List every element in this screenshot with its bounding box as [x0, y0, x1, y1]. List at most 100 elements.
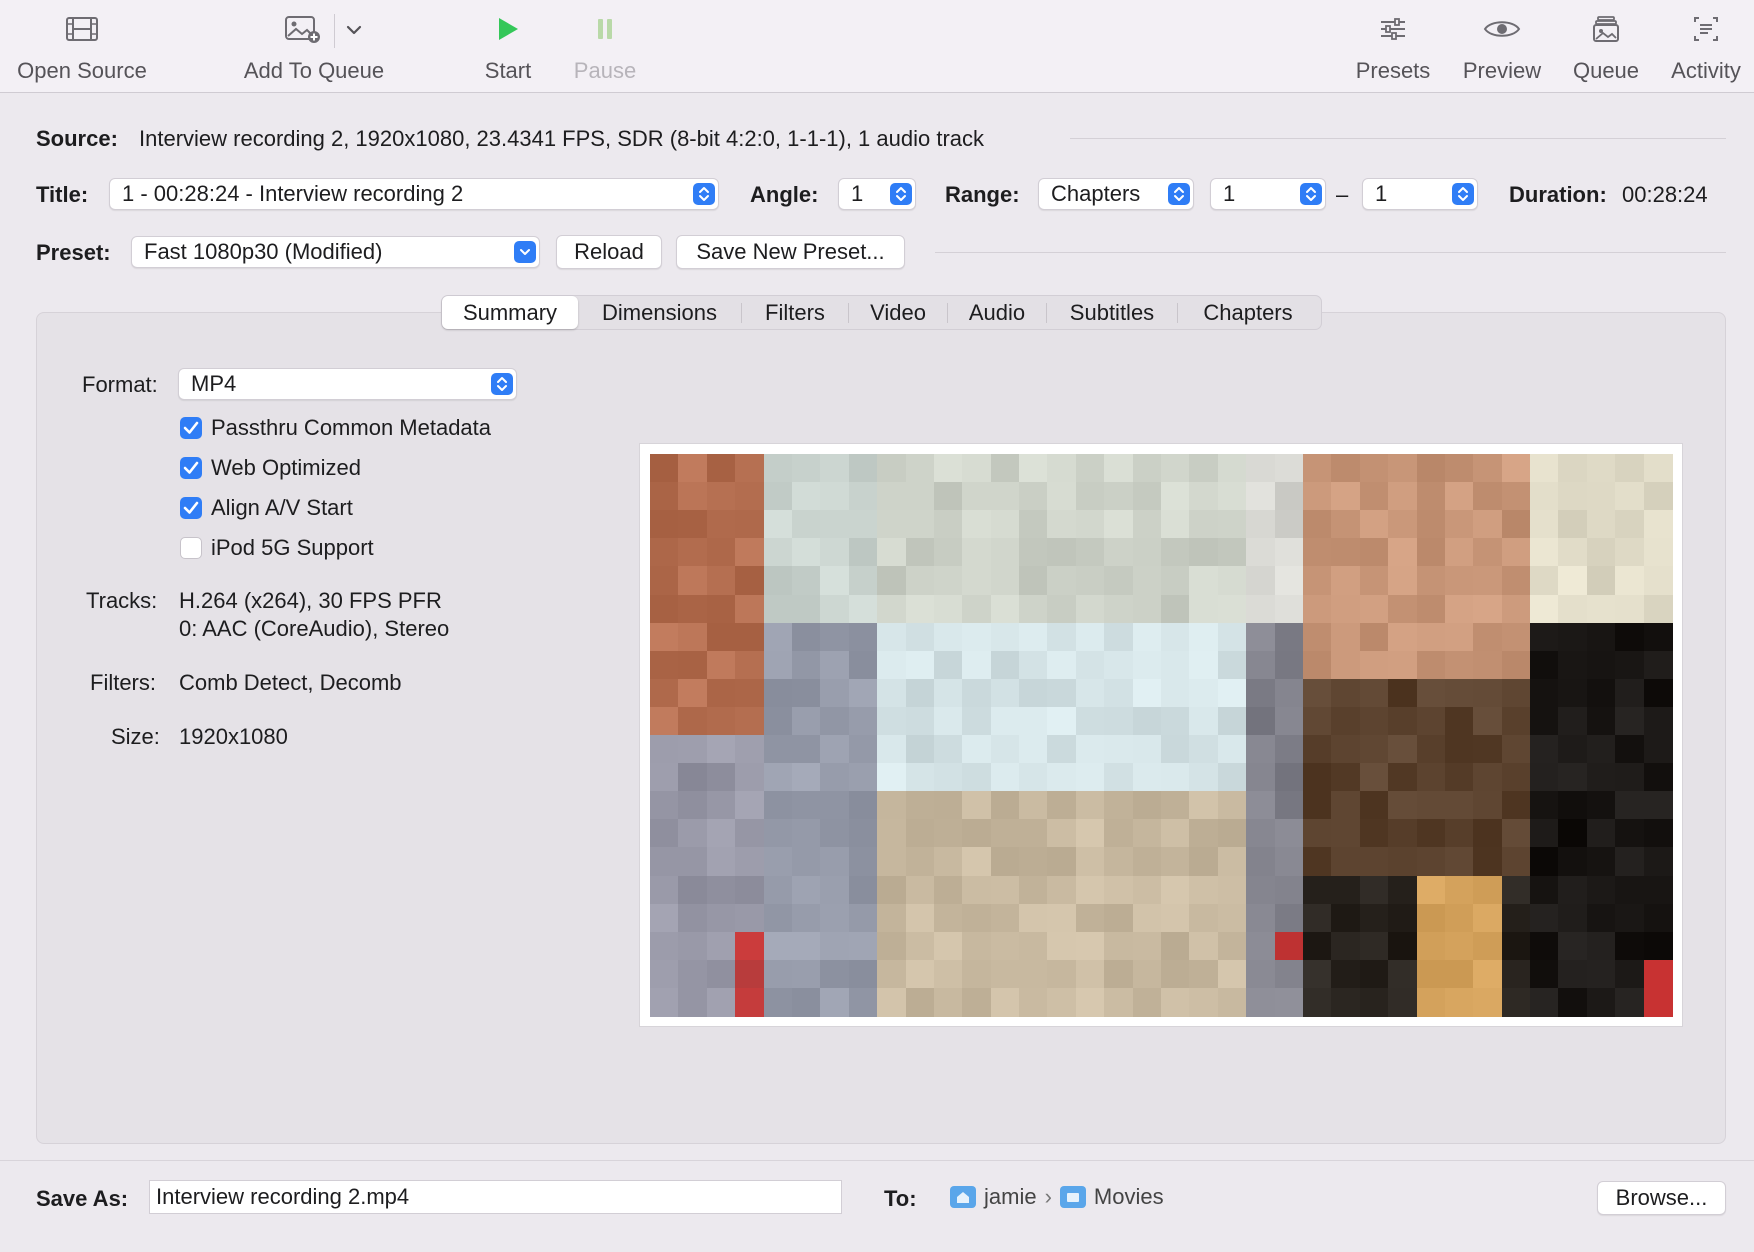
checkbox-checked[interactable] — [180, 417, 202, 439]
preview-pixel — [848, 538, 878, 568]
folder-icon — [1059, 1186, 1086, 1208]
range-end-popup[interactable]: 1 — [1362, 178, 1478, 210]
preview-pixel — [1274, 678, 1304, 708]
log-icon — [1694, 17, 1718, 41]
preview-pixel — [650, 791, 679, 821]
preview-pixel — [1132, 735, 1162, 764]
activity-button[interactable]: Activity — [1660, 0, 1752, 92]
preview-pixel — [1416, 538, 1446, 568]
pause-button[interactable]: Pause — [560, 0, 650, 92]
path-segment-movies[interactable]: Movies — [1094, 1184, 1164, 1210]
preview-pixel — [1615, 791, 1645, 821]
preview-pixel — [763, 650, 793, 680]
tracks-label: Tracks: — [86, 588, 158, 613]
preview-pixel — [1019, 510, 1049, 540]
preview-pixel — [1501, 847, 1531, 877]
save-new-preset-button[interactable]: Save New Preset... — [676, 235, 905, 269]
preview-pixel — [1615, 538, 1645, 568]
range-start-popup[interactable]: 1 — [1210, 178, 1326, 210]
checkbox-checked[interactable] — [180, 457, 202, 479]
checkbox-checked[interactable] — [180, 497, 202, 519]
preview-pixel — [848, 735, 878, 764]
tab-subtitles[interactable]: Subtitles — [1047, 296, 1177, 329]
preview-pixel — [933, 819, 963, 849]
add-to-queue-menu-button[interactable] — [340, 18, 368, 42]
preview-button[interactable]: Preview — [1454, 0, 1550, 92]
preview-pixel — [1501, 538, 1531, 568]
preview-pixel — [1161, 847, 1190, 877]
destination-path[interactable]: jamie › Movies — [950, 1182, 1164, 1212]
preview-pixel — [791, 678, 821, 708]
tab-audio[interactable]: Audio — [948, 296, 1046, 329]
preset-popup[interactable]: Fast 1080p30 (Modified) — [131, 236, 540, 268]
tab-dimensions[interactable]: Dimensions — [578, 296, 741, 329]
tab-filters[interactable]: Filters — [742, 296, 848, 329]
preview-pixel — [820, 819, 850, 849]
preview-pixel — [1047, 763, 1077, 793]
pause-label: Pause — [573, 58, 637, 83]
range-label: Range: — [945, 182, 1020, 207]
bottom-divider — [0, 1160, 1754, 1161]
preview-pixel — [735, 594, 765, 624]
preview-pixel — [678, 622, 708, 652]
preview-pixel — [1530, 959, 1560, 989]
format-popup[interactable]: MP4 — [178, 368, 517, 400]
film-icon — [66, 17, 98, 41]
preview-pixel — [1331, 706, 1361, 736]
filters-label: Filters: — [90, 670, 156, 695]
checkbox-unchecked[interactable] — [180, 537, 202, 559]
preview-pixel — [962, 931, 992, 961]
preview-pixel — [1274, 510, 1304, 540]
preview-pixel — [1331, 482, 1361, 512]
reload-button[interactable]: Reload — [556, 235, 662, 269]
preview-pixel — [1643, 735, 1673, 764]
preview-pixel — [1217, 678, 1247, 708]
preview-pixel — [1359, 650, 1389, 680]
preview-pixel — [1388, 510, 1418, 540]
tab-summary[interactable]: Summary — [442, 296, 578, 329]
preview-pixel — [1075, 622, 1105, 652]
preview-pixel — [877, 875, 907, 905]
open-source-button[interactable]: Open Source — [0, 0, 164, 92]
preview-pixel — [650, 735, 679, 764]
path-segment-home[interactable]: jamie — [984, 1184, 1037, 1210]
preview-pixel — [1132, 987, 1162, 1017]
filename-field[interactable]: Interview recording 2.mp4 — [149, 1180, 842, 1214]
preview-pixel — [1302, 454, 1332, 483]
tab-video[interactable]: Video — [849, 296, 947, 329]
preview-pixel — [763, 482, 793, 512]
preview-pixel — [735, 678, 765, 708]
preview-pixel — [1161, 566, 1190, 596]
preview-pixel — [735, 650, 765, 680]
preview-pixel — [1643, 566, 1673, 596]
preview-pixel — [962, 763, 992, 793]
preview-pixel — [650, 622, 679, 652]
preview-pixel — [1615, 931, 1645, 961]
source-label: Source: — [36, 126, 118, 151]
preview-pixel — [820, 454, 850, 483]
angle-popup[interactable]: 1 — [838, 178, 916, 210]
preview-pixel — [1075, 594, 1105, 624]
preview-pixel — [1019, 819, 1049, 849]
add-to-queue-button[interactable]: Add To Queue — [222, 0, 406, 92]
browse-button[interactable]: Browse... — [1597, 1181, 1726, 1215]
preview-pixel — [1388, 903, 1418, 933]
title-popup[interactable]: 1 - 00:28:24 - Interview recording 2 — [109, 178, 719, 210]
preview-pixel — [1019, 454, 1049, 483]
tab-chapters[interactable]: Chapters — [1178, 296, 1318, 329]
preview-pixel — [1047, 622, 1077, 652]
range-type-popup[interactable]: Chapters — [1038, 178, 1194, 210]
start-button[interactable]: Start — [466, 0, 550, 92]
preview-pixel — [1132, 622, 1162, 652]
preview-pixel — [1217, 510, 1247, 540]
preview-pixel — [1586, 706, 1616, 736]
queue-button[interactable]: Queue — [1566, 0, 1646, 92]
save-as-label: Save As: — [36, 1186, 129, 1211]
preview-pixel — [1388, 763, 1418, 793]
stepper-icon — [1452, 183, 1474, 205]
preview-pixel — [1388, 622, 1418, 652]
preview-pixel — [763, 903, 793, 933]
preview-pixel — [1388, 454, 1418, 483]
presets-button[interactable]: Presets — [1346, 0, 1440, 92]
preview-pixel — [1643, 706, 1673, 736]
